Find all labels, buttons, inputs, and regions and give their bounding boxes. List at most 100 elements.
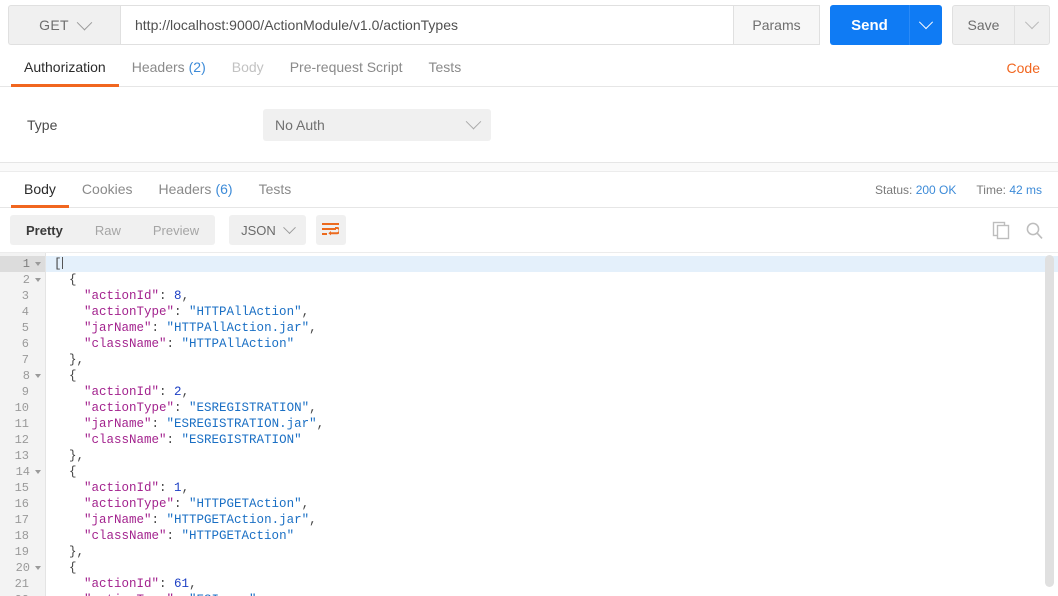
response-meta: Status: 200 OK Time: 42 ms xyxy=(875,172,1042,207)
fold-arrow-icon[interactable] xyxy=(35,278,41,282)
request-tab-bar: Authorization Headers (2) Body Pre-reque… xyxy=(0,50,1058,87)
auth-type-value: No Auth xyxy=(275,116,325,133)
time-badge: Time: 42 ms xyxy=(976,183,1042,197)
code-line: "className": "HTTPGETAction" xyxy=(84,529,295,543)
code-line: "jarName": "ESREGISTRATION.jar", xyxy=(84,417,325,431)
line-number: 5 xyxy=(0,320,45,336)
code-link[interactable]: Code xyxy=(1007,50,1040,86)
response-tab-body[interactable]: Body xyxy=(11,172,69,208)
line-number: 18 xyxy=(0,528,45,544)
save-button[interactable]: Save xyxy=(952,5,1014,45)
send-button-group: Send xyxy=(830,5,942,45)
tab-label: Tests xyxy=(258,180,292,197)
params-button[interactable]: Params xyxy=(734,5,820,45)
line-number: 8 xyxy=(0,368,45,384)
language-label: JSON xyxy=(241,222,276,238)
chevron-down-icon xyxy=(918,15,934,30)
code-line: { xyxy=(69,369,77,383)
save-options-button[interactable] xyxy=(1014,5,1050,45)
format-raw[interactable]: Raw xyxy=(79,215,137,245)
tab-authorization[interactable]: Authorization xyxy=(11,50,119,87)
status-badge: Status: 200 OK xyxy=(875,183,956,197)
http-method-label: GET xyxy=(39,17,69,33)
format-pretty[interactable]: Pretty xyxy=(10,215,79,245)
response-tab-tests[interactable]: Tests xyxy=(246,172,305,208)
tab-label: Tests xyxy=(428,59,462,75)
word-wrap-icon xyxy=(322,223,340,236)
response-tab-cookies[interactable]: Cookies xyxy=(69,172,146,208)
line-number: 15 xyxy=(0,480,45,496)
format-mode-group: Pretty Raw Preview xyxy=(10,215,216,245)
send-button[interactable]: Send xyxy=(830,5,909,45)
code-line: { xyxy=(69,561,77,575)
tab-headers[interactable]: Headers (2) xyxy=(119,50,219,87)
line-number: 12 xyxy=(0,432,45,448)
line-number: 22 xyxy=(0,592,45,596)
line-number: 17 xyxy=(0,512,45,528)
http-method-selector[interactable]: GET xyxy=(8,5,120,45)
line-number: 14 xyxy=(0,464,45,480)
line-number: 6 xyxy=(0,336,45,352)
fold-arrow-icon[interactable] xyxy=(35,262,41,266)
response-body-editor[interactable]: 123456789101112131415161718192021222324 … xyxy=(0,252,1058,596)
copy-button[interactable] xyxy=(992,221,1011,240)
code-line: { xyxy=(69,465,77,479)
line-number-gutter: 123456789101112131415161718192021222324 xyxy=(0,253,46,596)
save-button-group: Save xyxy=(952,5,1050,45)
code-link-label: Code xyxy=(1006,60,1040,76)
fold-arrow-icon[interactable] xyxy=(35,566,41,570)
pane-divider xyxy=(0,163,1058,172)
code-line: "actionType": "ESInser", xyxy=(46,592,1058,596)
search-button[interactable] xyxy=(1025,221,1044,240)
line-number: 21 xyxy=(0,576,45,592)
chevron-down-icon xyxy=(76,14,93,30)
response-tab-headers[interactable]: Headers (6) xyxy=(146,172,246,208)
tab-tests[interactable]: Tests xyxy=(416,50,475,87)
code-line: "className": "HTTPAllAction" xyxy=(84,337,295,351)
tab-label: Body xyxy=(231,59,264,75)
time-value: 42 ms xyxy=(1009,182,1042,197)
copy-icon xyxy=(992,221,1010,239)
line-number: 10 xyxy=(0,400,45,416)
tab-pre-request-script[interactable]: Pre-request Script xyxy=(277,50,416,87)
tab-label: Authorization xyxy=(24,59,106,75)
tab-body[interactable]: Body xyxy=(219,50,277,87)
params-label: Params xyxy=(752,17,801,33)
tab-label: Body xyxy=(24,180,56,197)
word-wrap-button[interactable] xyxy=(315,215,346,245)
vertical-scrollbar[interactable] xyxy=(1045,255,1054,587)
code-content[interactable]: [ { "actionId": 8, "actionType": "HTTPAl… xyxy=(46,253,1058,596)
tab-count: (6) xyxy=(215,180,233,197)
chevron-down-icon xyxy=(282,220,296,234)
language-selector[interactable]: JSON xyxy=(229,215,306,245)
status-value: 200 OK xyxy=(915,182,957,197)
chevron-down-icon xyxy=(1024,15,1040,30)
url-input[interactable] xyxy=(120,5,734,45)
fold-arrow-icon[interactable] xyxy=(35,470,41,474)
line-number: 20 xyxy=(0,560,45,576)
format-preview[interactable]: Preview xyxy=(137,215,215,245)
code-line: "jarName": "HTTPGETAction.jar", xyxy=(84,513,317,527)
response-tab-bar: Body Cookies Headers (6) Tests Status: 2… xyxy=(0,172,1058,208)
send-options-button[interactable] xyxy=(909,5,942,45)
line-number: 16 xyxy=(0,496,45,512)
line-number: 1 xyxy=(0,256,45,272)
code-line: }, xyxy=(69,545,85,559)
code-line: [ xyxy=(46,256,1058,272)
status-label: Status: xyxy=(875,182,913,197)
auth-type-select[interactable]: No Auth xyxy=(263,108,491,141)
fold-arrow-icon[interactable] xyxy=(35,374,41,378)
code-line: "actionId": 1, xyxy=(84,481,190,495)
code-line: "actionType": "HTTPAllAction", xyxy=(84,305,310,319)
tab-label: Pre-request Script xyxy=(289,59,403,75)
